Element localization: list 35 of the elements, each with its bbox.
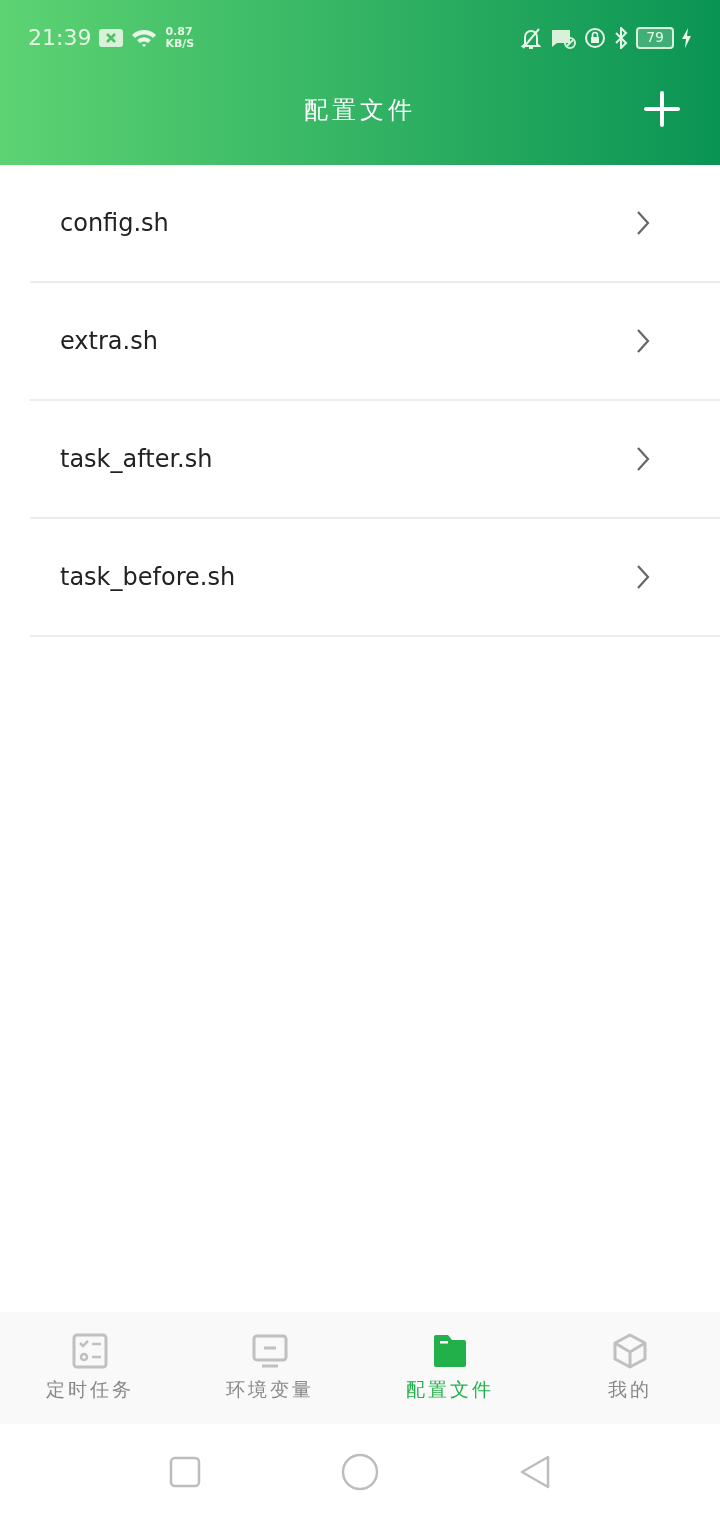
status-time: 21:39 [28,24,92,52]
page-title: 配置文件 [304,95,416,126]
chevron-right-icon [636,564,650,590]
bluetooth-icon [614,26,629,49]
recents-button[interactable] [169,1456,201,1488]
file-name: config.sh [59,208,169,239]
checklist-icon [72,1332,108,1369]
circle-icon [341,1453,379,1491]
file-name: extra.sh [59,326,158,357]
speed-unit: KB/S [165,37,195,50]
square-icon [169,1456,201,1488]
monitor-icon [252,1332,288,1369]
file-list-item[interactable]: task_after.sh [30,401,720,519]
chevron-right-icon [636,328,650,354]
chevron-right-icon [636,446,650,472]
file-name: task_before.sh [59,562,236,593]
tab-item[interactable]: 定时任务 [0,1312,180,1424]
triangle-icon [519,1454,551,1490]
file-list-item[interactable]: extra.sh [30,283,720,401]
charging-icon [682,27,692,48]
file-list-item[interactable]: config.sh [30,165,720,283]
muted-bell-icon [520,26,543,49]
folder-icon [432,1332,468,1369]
chevron-right-icon [636,210,650,236]
file-name: task_after.sh [59,444,213,475]
battery-indicator: 79 [636,26,674,49]
speed-value: 0.87 [165,25,194,38]
back-button[interactable] [519,1454,551,1490]
notification-icon [99,28,124,47]
plus-icon [644,91,680,127]
cube-icon [612,1332,648,1369]
file-list-item[interactable]: task_before.sh [30,519,720,637]
wifi-icon [131,27,158,48]
rotation-lock-icon [584,26,607,49]
home-button[interactable] [341,1453,379,1491]
